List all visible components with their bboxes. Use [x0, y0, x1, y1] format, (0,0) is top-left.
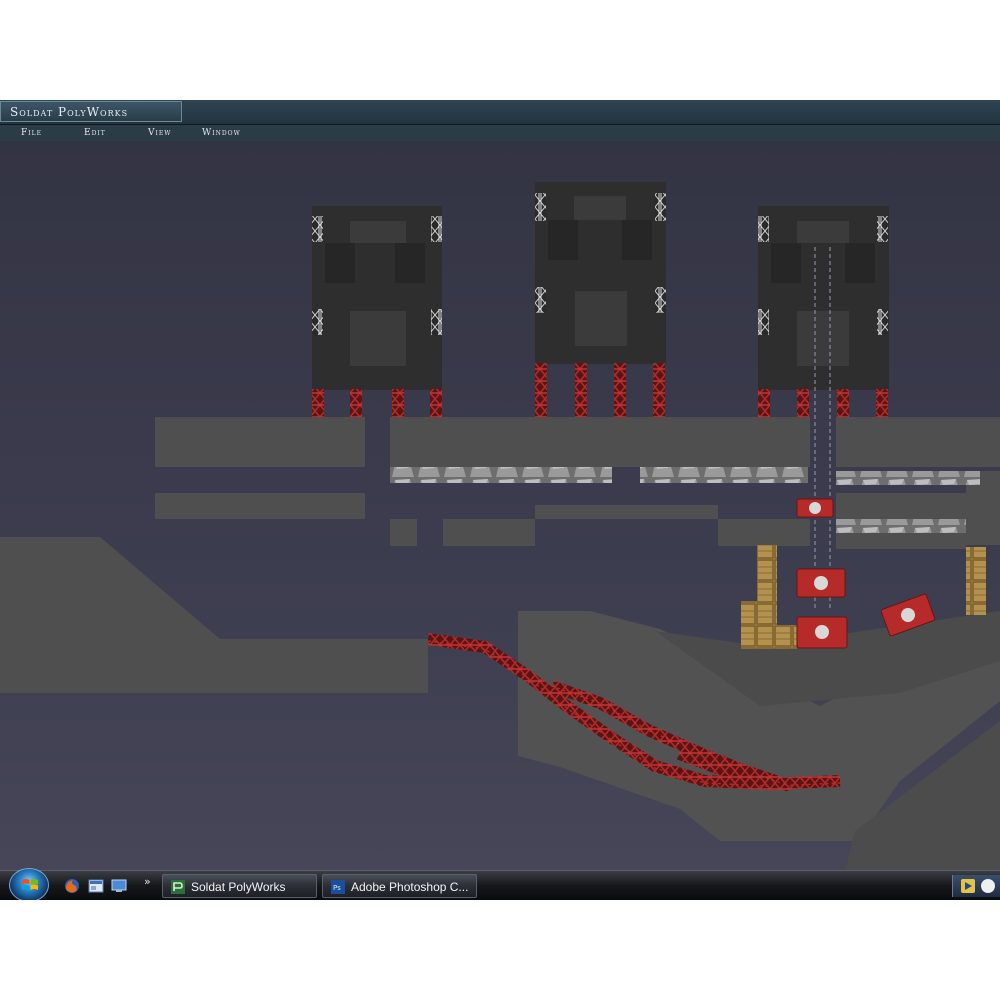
menu-file[interactable]: File	[21, 125, 42, 141]
menu-bar: File Edit View Window	[0, 125, 1000, 142]
menu-view[interactable]: View	[148, 125, 171, 141]
media-icon[interactable]	[961, 879, 975, 893]
menu-edit[interactable]: Edit	[84, 125, 106, 141]
task-soldat-polyworks[interactable]: Soldat PolyWorks	[162, 874, 317, 898]
photoshop-icon: Ps	[331, 880, 345, 894]
map-scene	[0, 182, 1000, 871]
switch-windows-icon[interactable]	[111, 878, 127, 894]
title-bar: Soldat PolyWorks	[0, 100, 1000, 125]
polyworks-icon	[171, 880, 185, 894]
terrain	[0, 417, 1000, 871]
firefox-icon[interactable]	[64, 878, 80, 894]
menu-window[interactable]: Window	[202, 125, 241, 141]
task-label: Adobe Photoshop C...	[351, 880, 469, 894]
tower-right	[758, 206, 889, 611]
task-label: Soldat PolyWorks	[191, 880, 286, 894]
map-canvas[interactable]	[0, 141, 1000, 871]
network-icon[interactable]	[981, 879, 995, 893]
notification-area[interactable]	[952, 875, 1000, 897]
rock-row	[390, 467, 612, 483]
tower-left	[312, 206, 442, 417]
svg-text:Ps: Ps	[333, 884, 341, 892]
task-adobe-photoshop[interactable]: Ps Adobe Photoshop C...	[322, 874, 477, 898]
window-title: Soldat PolyWorks	[0, 101, 182, 122]
windows-logo-icon	[22, 879, 38, 890]
show-desktop-icon[interactable]	[88, 878, 104, 894]
quick-launch-more[interactable]: »	[144, 875, 151, 888]
screen: Soldat PolyWorks File Edit View Window »…	[0, 100, 1000, 900]
tower-middle	[535, 182, 666, 417]
start-button[interactable]	[9, 868, 49, 900]
taskbar: » Soldat PolyWorks Ps Adobe Photoshop C.…	[0, 868, 1000, 900]
